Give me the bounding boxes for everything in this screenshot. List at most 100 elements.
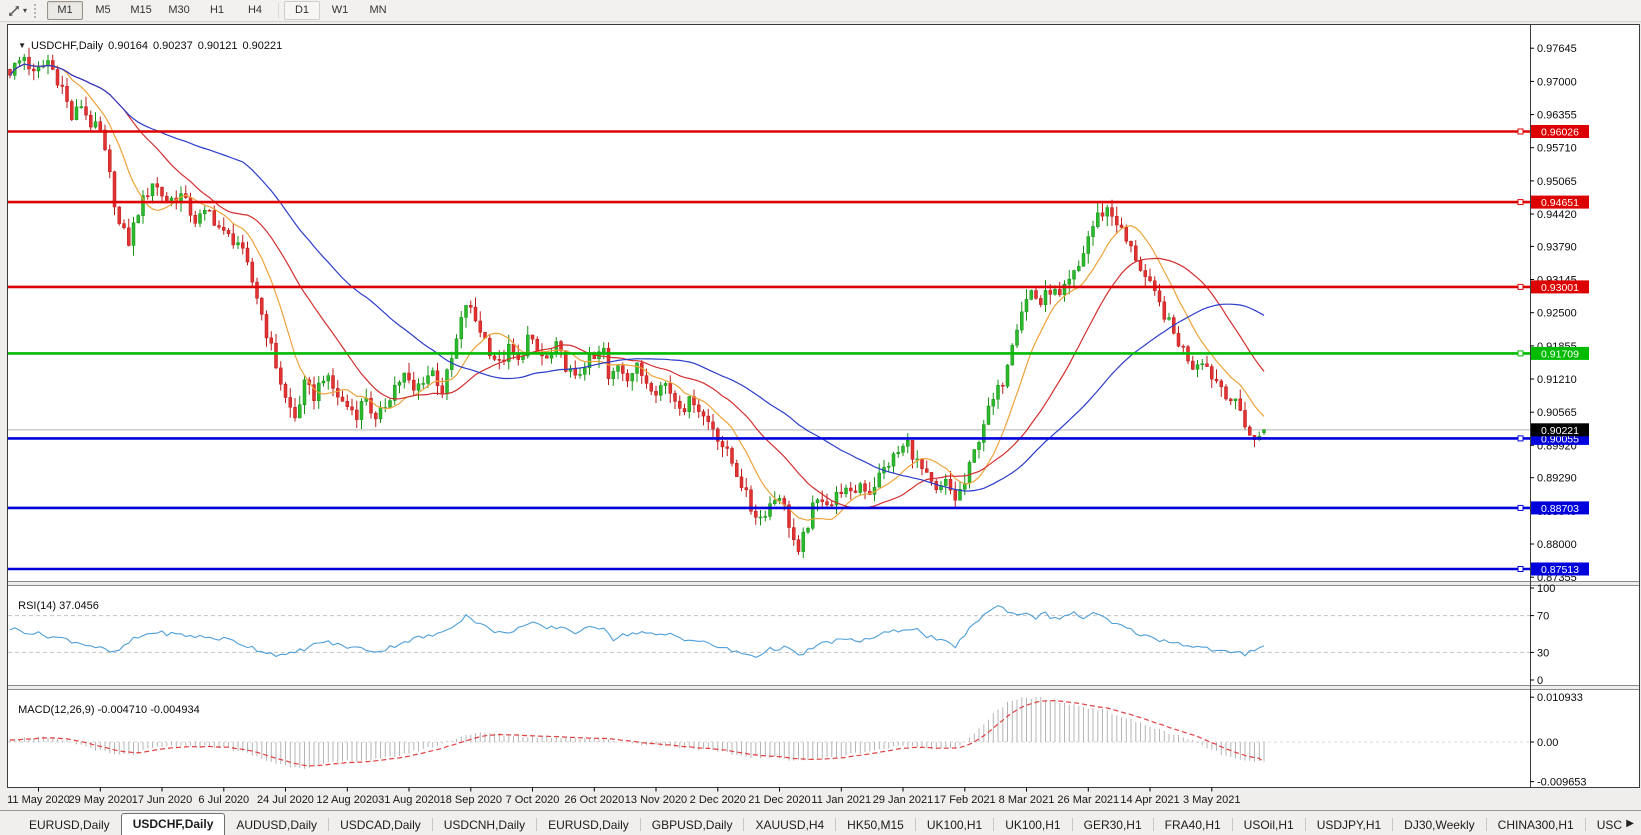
candle [265, 314, 268, 338]
hline-handle[interactable] [1518, 200, 1523, 205]
candle [199, 214, 202, 224]
candle [659, 386, 662, 396]
chart-canvas[interactable]: 0.976450.970000.963550.957100.950650.944… [0, 22, 1641, 810]
chart-tab-ger30-h1[interactable]: GER30,H1 [1073, 815, 1153, 835]
ohlc-high: 0.90237 [153, 40, 193, 52]
x-axis-date-label: 13 Nov 2020 [625, 794, 687, 806]
dropdown-caret-icon[interactable]: ▾ [23, 6, 27, 15]
timeframe-h1-button[interactable]: H1 [199, 1, 235, 20]
candle [203, 210, 206, 214]
chart-tab-usdchf-daily[interactable]: USDCHF,Daily [121, 813, 226, 835]
candle [769, 504, 772, 517]
candle [678, 401, 681, 408]
candle [1234, 399, 1237, 401]
chart-tab-usdcnh-daily[interactable]: USDCNH,Daily [433, 815, 536, 835]
candle [1058, 289, 1061, 294]
candle [864, 484, 867, 492]
candle [579, 374, 582, 375]
chart-tab-eurusd-daily[interactable]: EURUSD,Daily [18, 815, 121, 835]
panel-splitter[interactable] [7, 686, 1640, 690]
candle [227, 230, 230, 233]
candle [446, 370, 449, 394]
ohlc-open: 0.90164 [108, 40, 148, 52]
chart-tab-usdjpy-h1[interactable]: USDJPY,H1 [1306, 815, 1392, 835]
timeframe-m15-button[interactable]: M15 [123, 1, 159, 20]
candle [1225, 387, 1228, 399]
x-axis-date-label: 11 Jan 2021 [811, 794, 871, 806]
candle [1229, 399, 1232, 401]
candle [47, 61, 50, 66]
chart-tab-xauusd-h4[interactable]: XAUUSD,H4 [744, 815, 835, 835]
candle [479, 321, 482, 332]
chart-tab-china300-h1[interactable]: CHINA300,H1 [1487, 815, 1585, 835]
hline-handle[interactable] [1518, 284, 1523, 289]
chart-tab-uk100-h1[interactable]: UK100,H1 [916, 815, 993, 835]
chart-tab-usdcad-daily[interactable]: USDCAD,Daily [329, 815, 432, 835]
candle [1039, 298, 1042, 304]
candle [754, 511, 757, 517]
candle [892, 454, 895, 466]
chart-tab-hk50-m15[interactable]: HK50,M15 [836, 815, 915, 835]
timeframe-m1-button[interactable]: M1 [47, 1, 83, 20]
chart-tab-eurusd-daily[interactable]: EURUSD,Daily [537, 815, 640, 835]
timeframe-h4-button[interactable]: H4 [237, 1, 273, 20]
chart-title: ▼USDCHF,Daily0.901640.902370.901210.9022… [12, 28, 287, 52]
x-axis-date-label: 14 Apr 2021 [1120, 794, 1179, 806]
window-menu-icon[interactable]: ▼ [18, 41, 26, 50]
candle [1248, 427, 1251, 435]
price-tag-0.91709-text: 0.91709 [1541, 348, 1579, 360]
rsi-axis-label: 30 [1537, 647, 1549, 659]
candle [61, 85, 64, 86]
candle [992, 399, 995, 406]
y-axis-tick-label: 0.95710 [1537, 143, 1577, 155]
timeframe-m5-button[interactable]: M5 [85, 1, 121, 20]
timeframe-w1-button[interactable]: W1 [322, 1, 358, 20]
macd-axis-label: 0.010933 [1537, 692, 1583, 704]
chart-tab-dj30-weekly[interactable]: DJ30,Weekly [1393, 815, 1485, 835]
current-price-tag-text: 0.90221 [1541, 425, 1579, 437]
chart-tab-usoil-h1[interactable]: USOil,H1 [1233, 815, 1305, 835]
candle [826, 502, 829, 505]
candle [1139, 261, 1142, 271]
hline-handle[interactable] [1518, 129, 1523, 134]
timeframe-d1-button[interactable]: D1 [284, 1, 320, 20]
hline-handle[interactable] [1518, 436, 1523, 441]
candle [735, 463, 738, 477]
candle [816, 500, 819, 503]
candle [683, 409, 686, 412]
candle [731, 448, 734, 463]
hline-handle[interactable] [1518, 567, 1523, 572]
candle [707, 416, 710, 422]
candle [56, 70, 59, 86]
x-axis-date-label: 8 Mar 2021 [999, 794, 1055, 806]
candle [431, 371, 434, 376]
hline-handle[interactable] [1518, 351, 1523, 356]
candle [721, 442, 724, 447]
candle [108, 150, 111, 172]
toolbar-separator [278, 3, 279, 18]
candle [94, 122, 97, 127]
candle [474, 307, 477, 321]
chart-tab-uk100-h1[interactable]: UK100,H1 [994, 815, 1071, 835]
candle [85, 107, 88, 115]
y-axis-tick-label: 0.93790 [1537, 241, 1577, 253]
panel-splitter[interactable] [7, 582, 1640, 586]
timeframe-mn-button[interactable]: MN [360, 1, 396, 20]
timeframe-m30-button[interactable]: M30 [161, 1, 197, 20]
candle [66, 86, 69, 101]
candle [930, 472, 933, 481]
candle [465, 305, 468, 317]
candle [37, 67, 40, 71]
chart-tab-audusd-daily[interactable]: AUDUSD,Daily [225, 815, 328, 835]
macd-axis-label: 0.00 [1537, 737, 1558, 749]
tab-scroll-right-button[interactable]: ▶ [1626, 818, 1634, 829]
candle [289, 398, 292, 408]
candle [1106, 208, 1109, 217]
candle [241, 243, 244, 249]
hline-handle[interactable] [1518, 505, 1523, 510]
chart-tab-gbpusd-daily[interactable]: GBPUSD,Daily [641, 815, 744, 835]
candle [89, 115, 92, 127]
candle [821, 500, 824, 502]
chart-tab-fra40-h1[interactable]: FRA40,H1 [1154, 815, 1232, 835]
crosshair-tool-button[interactable]: ▾ [5, 3, 29, 19]
